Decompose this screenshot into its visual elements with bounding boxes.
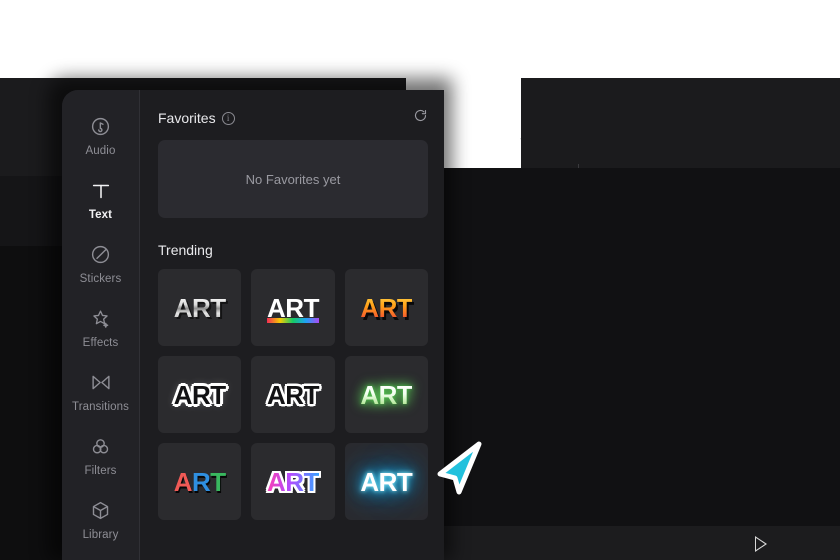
play-icon[interactable] bbox=[755, 536, 767, 552]
sidebar-item-label: Library bbox=[82, 528, 119, 541]
text-style-preview: ART bbox=[173, 466, 226, 497]
sidebar-item-label: Text bbox=[88, 208, 113, 221]
text-style-preview: ART bbox=[265, 295, 321, 324]
filters-icon bbox=[90, 434, 111, 460]
text-style-preview: ART bbox=[360, 379, 413, 410]
text-style-tile-black-white-outline-glow[interactable]: ART bbox=[158, 356, 242, 433]
text-style-preview: ART bbox=[360, 292, 413, 323]
sidebar-item-audio[interactable]: Audio bbox=[62, 104, 139, 166]
text-style-preview: ART bbox=[267, 379, 319, 410]
sidebar-item-label: Filters bbox=[84, 464, 117, 477]
text-style-tile-tricolor-red-blue-green[interactable]: ART bbox=[158, 443, 242, 520]
transition-icon bbox=[90, 370, 112, 396]
panel-content: Favorites i No Favorites yet Trending AR… bbox=[140, 90, 444, 560]
text-style-tile-green-glow[interactable]: ART bbox=[344, 356, 428, 433]
audio-note-icon bbox=[90, 114, 111, 140]
sidebar-item-effects[interactable]: Effects bbox=[62, 296, 139, 358]
sticker-icon bbox=[90, 242, 111, 268]
sidebar-item-library[interactable]: Library bbox=[62, 488, 139, 550]
playback-transport-bar bbox=[440, 526, 840, 560]
sidebar-item-transitions[interactable]: Transitions bbox=[62, 360, 139, 422]
text-style-preview: ART bbox=[173, 292, 226, 323]
trending-style-grid: ART ART ART ART ART ART ART ART ART bbox=[158, 269, 428, 520]
cube-icon bbox=[90, 498, 111, 524]
panel-sidebar: Audio Text Stickers Effects Transitions Filte… bbox=[62, 90, 140, 560]
text-style-tile-chrome-silver[interactable]: ART bbox=[158, 269, 242, 346]
trending-title: Trending bbox=[158, 242, 213, 258]
text-style-preview: ART bbox=[173, 379, 226, 410]
text-styles-panel: Audio Text Stickers Effects Transitions Filte… bbox=[62, 90, 444, 560]
info-circle-icon[interactable]: i bbox=[221, 111, 235, 125]
favorites-empty-label: No Favorites yet bbox=[245, 171, 341, 187]
text-t-icon bbox=[90, 178, 112, 204]
text-style-tile-pink-purple-blue-sticker[interactable]: ART bbox=[251, 443, 335, 520]
sidebar-item-label: Effects bbox=[82, 336, 119, 349]
refresh-icon[interactable] bbox=[413, 108, 428, 128]
sidebar-item-label: Stickers bbox=[79, 272, 122, 285]
text-style-preview: ART bbox=[267, 466, 319, 497]
text-style-tile-sunset-gradient[interactable]: ART bbox=[344, 269, 428, 346]
text-style-tile-black-white-outline[interactable]: ART bbox=[251, 356, 335, 433]
favorites-title: Favorites bbox=[158, 110, 216, 126]
sidebar-item-label: Audio bbox=[85, 144, 116, 157]
screen-root: skin not good enough Audio Text Stickers Ef… bbox=[0, 0, 840, 560]
favorites-header: Favorites i bbox=[158, 108, 428, 128]
favorites-empty-state: No Favorites yet bbox=[158, 140, 428, 218]
sidebar-item-filters[interactable]: Filters bbox=[62, 424, 139, 486]
sidebar-item-label: Transitions bbox=[72, 400, 129, 413]
favorites-title-group: Favorites i bbox=[158, 110, 235, 126]
star-sparkle-icon bbox=[90, 306, 111, 332]
preview-stage: skin not good enough bbox=[440, 168, 840, 526]
sidebar-item-stickers[interactable]: Stickers bbox=[62, 232, 139, 294]
text-style-tile-rainbow-glitch[interactable]: ART bbox=[251, 269, 335, 346]
text-style-tile-cyan-neon[interactable]: ART bbox=[344, 443, 428, 520]
text-style-preview: ART bbox=[360, 466, 413, 497]
sidebar-item-text[interactable]: Text bbox=[62, 168, 139, 230]
